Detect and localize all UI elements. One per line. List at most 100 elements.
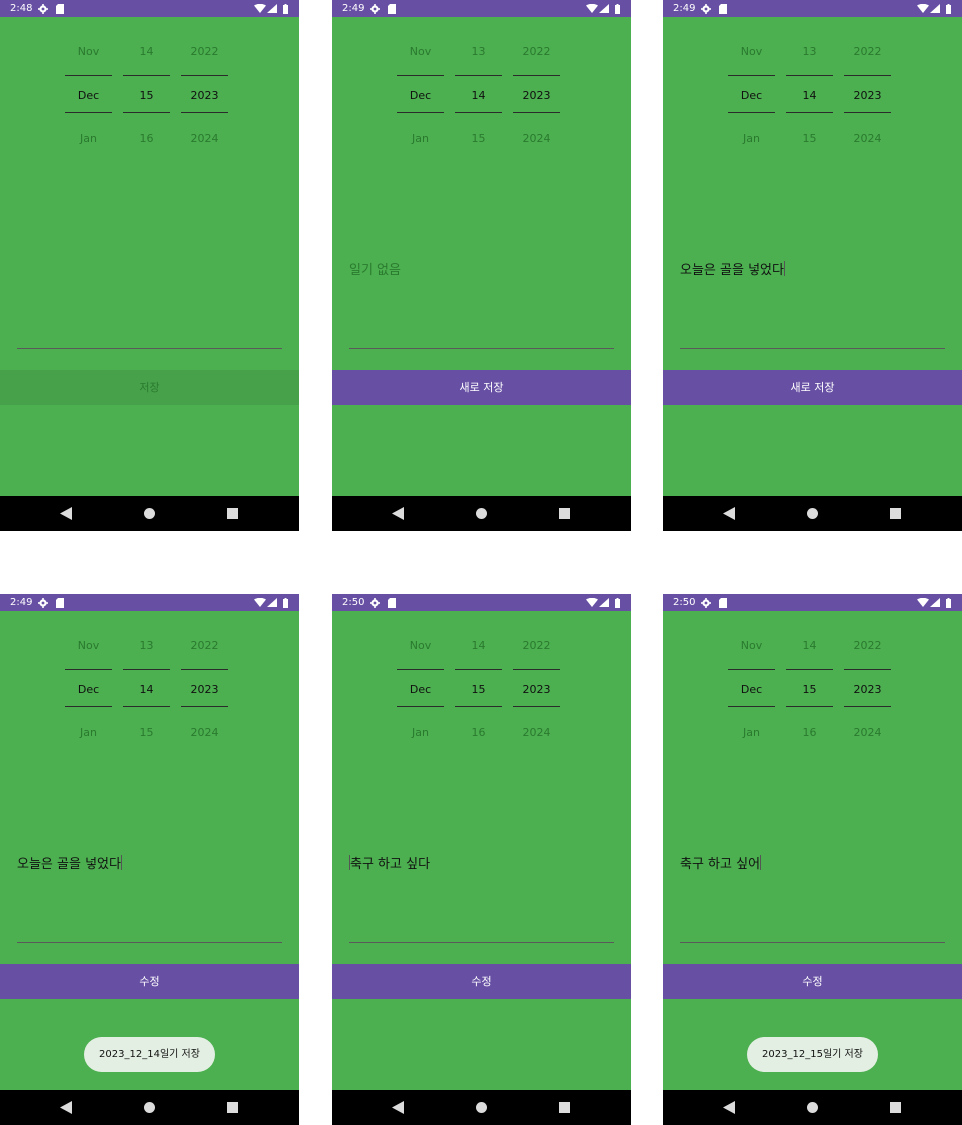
date-picker-day[interactable]: 14 15 16 <box>123 17 170 167</box>
picker-day-prev[interactable]: 14 <box>786 639 833 652</box>
date-picker-month[interactable]: Nov Dec Jan <box>397 611 444 761</box>
picker-month-selected[interactable]: Dec <box>65 89 112 102</box>
picker-year-prev[interactable]: 2022 <box>181 639 228 652</box>
back-icon[interactable] <box>392 1101 404 1114</box>
recent-apps-icon[interactable] <box>890 1102 901 1113</box>
date-picker-day[interactable]: 13 14 15 <box>786 17 833 167</box>
home-icon[interactable] <box>807 1102 818 1113</box>
picker-year-prev[interactable]: 2022 <box>844 639 891 652</box>
picker-day-next[interactable]: 15 <box>123 726 170 739</box>
picker-day-selected[interactable]: 14 <box>123 683 170 696</box>
diary-input[interactable]: 축구 하고 싶다 <box>349 854 614 876</box>
picker-month-selected[interactable]: Dec <box>728 683 775 696</box>
picker-month-prev[interactable]: Nov <box>397 639 444 652</box>
home-icon[interactable] <box>476 508 487 519</box>
picker-day-prev[interactable]: 13 <box>123 639 170 652</box>
diary-input[interactable]: 오늘은 골을 넣었다 <box>17 854 282 876</box>
save-button[interactable]: 저장 <box>0 370 299 405</box>
date-picker-day[interactable]: 14 15 16 <box>455 611 502 761</box>
picker-month-next[interactable]: Jan <box>65 726 112 739</box>
date-picker-day[interactable]: 14 15 16 <box>786 611 833 761</box>
picker-year-prev[interactable]: 2022 <box>181 45 228 58</box>
picker-day-next[interactable]: 16 <box>123 132 170 145</box>
date-picker-month[interactable]: Nov Dec Jan <box>728 17 775 167</box>
diary-input[interactable]: 오늘은 골을 넣었다 <box>680 260 945 282</box>
back-icon[interactable] <box>60 507 72 520</box>
picker-day-next[interactable]: 15 <box>786 132 833 145</box>
picker-year-selected[interactable]: 2023 <box>513 683 560 696</box>
picker-month-next[interactable]: Jan <box>728 726 775 739</box>
picker-day-next[interactable]: 16 <box>786 726 833 739</box>
picker-year-prev[interactable]: 2022 <box>844 45 891 58</box>
date-picker-year[interactable]: 2022 2023 2024 <box>513 17 560 167</box>
diary-input[interactable]: 일기 없음 <box>349 260 614 282</box>
picker-day-selected[interactable]: 15 <box>123 89 170 102</box>
picker-year-next[interactable]: 2024 <box>513 726 560 739</box>
picker-month-selected[interactable]: Dec <box>397 683 444 696</box>
picker-day-prev[interactable]: 14 <box>123 45 170 58</box>
home-icon[interactable] <box>476 1102 487 1113</box>
picker-year-prev[interactable]: 2022 <box>513 45 560 58</box>
save-button[interactable]: 새로 저장 <box>663 370 962 405</box>
home-icon[interactable] <box>144 508 155 519</box>
picker-year-next[interactable]: 2024 <box>844 132 891 145</box>
picker-year-next[interactable]: 2024 <box>844 726 891 739</box>
picker-day-next[interactable]: 16 <box>455 726 502 739</box>
date-picker-day[interactable]: 13 14 15 <box>123 611 170 761</box>
picker-day-prev[interactable]: 14 <box>455 639 502 652</box>
date-picker-month[interactable]: Nov Dec Jan <box>728 611 775 761</box>
diary-input[interactable]: 축구 하고 싶어 <box>680 854 945 876</box>
date-picker-year[interactable]: 2022 2023 2024 <box>844 611 891 761</box>
picker-year-next[interactable]: 2024 <box>181 132 228 145</box>
date-picker-month[interactable]: Nov Dec Jan <box>397 17 444 167</box>
save-button[interactable]: 새로 저장 <box>332 370 631 405</box>
date-picker-year[interactable]: 2022 2023 2024 <box>181 17 228 167</box>
picker-month-selected[interactable]: Dec <box>65 683 112 696</box>
date-picker-month[interactable]: Nov Dec Jan <box>65 611 112 761</box>
picker-day-prev[interactable]: 13 <box>455 45 502 58</box>
picker-month-prev[interactable]: Nov <box>728 45 775 58</box>
picker-day-selected[interactable]: 15 <box>455 683 502 696</box>
picker-month-selected[interactable]: Dec <box>397 89 444 102</box>
date-picker-year[interactable]: 2022 2023 2024 <box>513 611 560 761</box>
picker-year-prev[interactable]: 2022 <box>513 639 560 652</box>
picker-month-next[interactable]: Jan <box>65 132 112 145</box>
picker-year-selected[interactable]: 2023 <box>181 683 228 696</box>
picker-month-prev[interactable]: Nov <box>65 639 112 652</box>
picker-month-next[interactable]: Jan <box>397 726 444 739</box>
back-icon[interactable] <box>723 507 735 520</box>
date-picker-day[interactable]: 13 14 15 <box>455 17 502 167</box>
back-icon[interactable] <box>392 507 404 520</box>
picker-year-selected[interactable]: 2023 <box>181 89 228 102</box>
picker-month-next[interactable]: Jan <box>728 132 775 145</box>
picker-month-prev[interactable]: Nov <box>397 45 444 58</box>
picker-day-selected[interactable]: 14 <box>455 89 502 102</box>
recent-apps-icon[interactable] <box>890 508 901 519</box>
save-button[interactable]: 수정 <box>0 964 299 999</box>
date-picker-year[interactable]: 2022 2023 2024 <box>181 611 228 761</box>
recent-apps-icon[interactable] <box>227 508 238 519</box>
picker-day-selected[interactable]: 14 <box>786 89 833 102</box>
picker-year-selected[interactable]: 2023 <box>844 89 891 102</box>
save-button[interactable]: 수정 <box>332 964 631 999</box>
picker-day-selected[interactable]: 15 <box>786 683 833 696</box>
picker-year-next[interactable]: 2024 <box>513 132 560 145</box>
back-icon[interactable] <box>60 1101 72 1114</box>
picker-month-next[interactable]: Jan <box>397 132 444 145</box>
picker-year-selected[interactable]: 2023 <box>844 683 891 696</box>
recent-apps-icon[interactable] <box>227 1102 238 1113</box>
picker-day-next[interactable]: 15 <box>455 132 502 145</box>
picker-day-prev[interactable]: 13 <box>786 45 833 58</box>
diary-input[interactable] <box>17 260 282 282</box>
picker-month-prev[interactable]: Nov <box>65 45 112 58</box>
home-icon[interactable] <box>807 508 818 519</box>
picker-month-prev[interactable]: Nov <box>728 639 775 652</box>
picker-month-selected[interactable]: Dec <box>728 89 775 102</box>
back-icon[interactable] <box>723 1101 735 1114</box>
picker-year-selected[interactable]: 2023 <box>513 89 560 102</box>
save-button[interactable]: 수정 <box>663 964 962 999</box>
recent-apps-icon[interactable] <box>559 508 570 519</box>
picker-year-next[interactable]: 2024 <box>181 726 228 739</box>
home-icon[interactable] <box>144 1102 155 1113</box>
recent-apps-icon[interactable] <box>559 1102 570 1113</box>
